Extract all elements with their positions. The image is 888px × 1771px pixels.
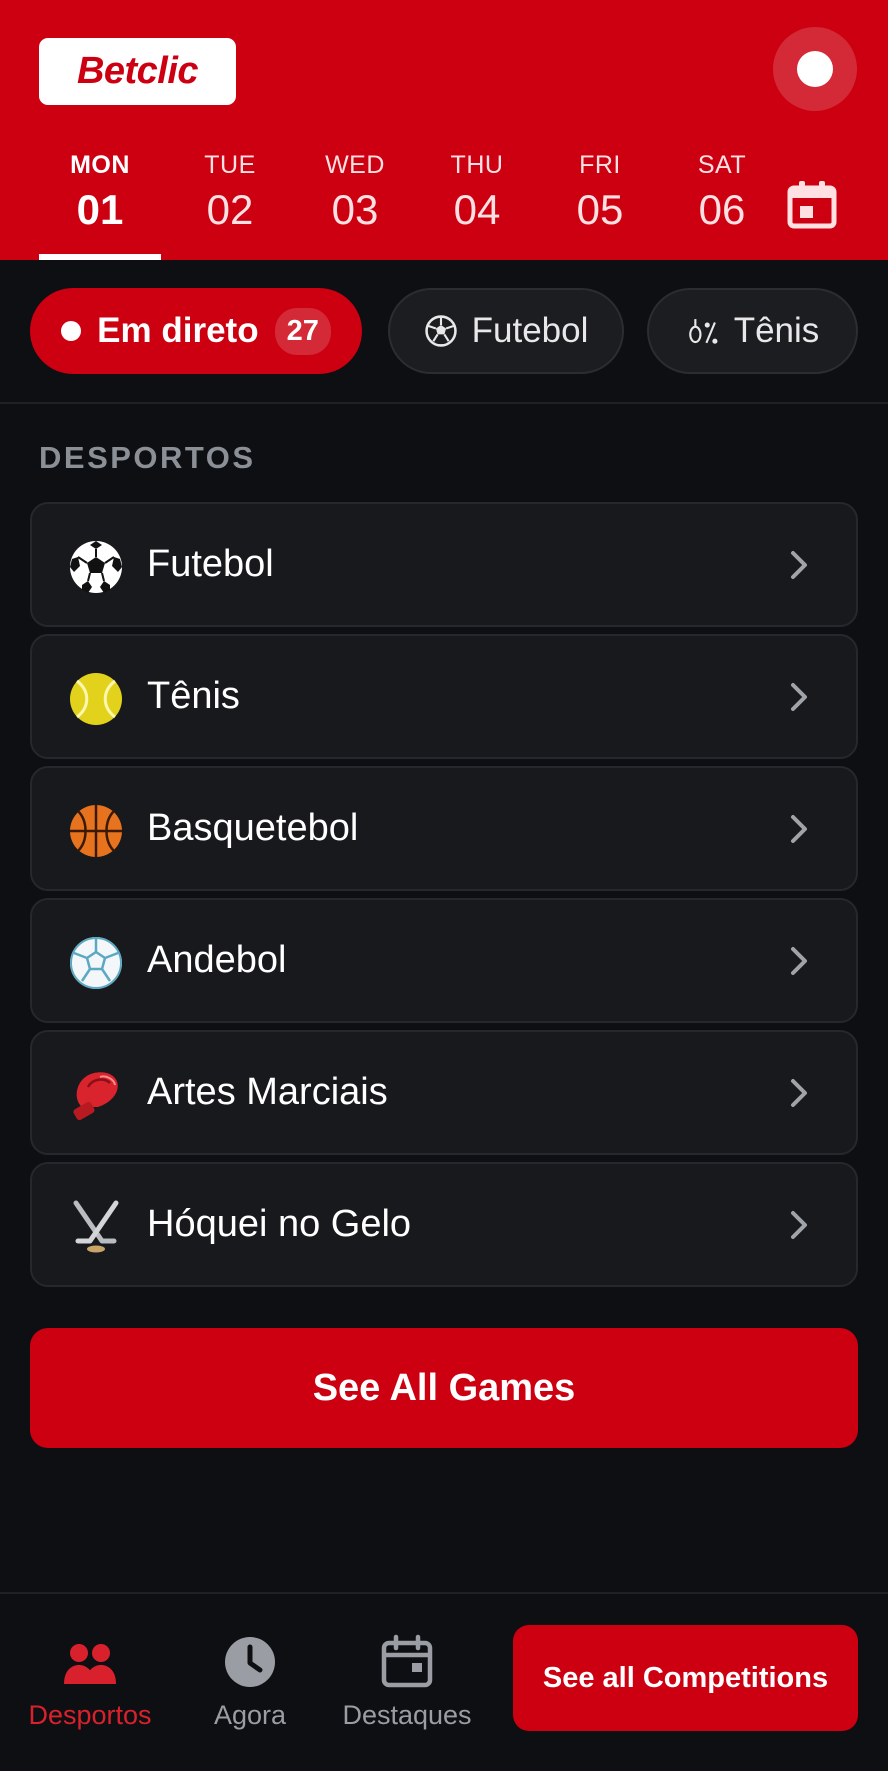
sport-item-tenis[interactable]: Tênis: [30, 634, 858, 759]
day-name: MON: [70, 151, 130, 179]
record-dot-icon: [797, 51, 833, 87]
ice-hockey-icon: [73, 1200, 119, 1253]
sport-label: Basquetebol: [147, 807, 359, 849]
day-tab-mon[interactable]: MON 01: [39, 150, 161, 236]
nav-destaques[interactable]: Destaques: [332, 1634, 482, 1731]
date-selector: MON 01 TUE 02 WED 03 THU 04 FRI 05 SAT 0…: [0, 150, 888, 260]
day-name: FRI: [579, 151, 621, 179]
football-chip[interactable]: Futebol: [388, 288, 624, 374]
filter-chips: Em direto 27 Futebol Tênis: [0, 286, 888, 376]
handball-icon: [70, 937, 122, 989]
boxing-glove-icon: [73, 1072, 118, 1121]
live-dot-icon: [61, 321, 82, 341]
sport-label: Tênis: [147, 675, 240, 717]
tennis-chip-label: Tênis: [733, 311, 820, 350]
day-number: 01: [76, 186, 124, 233]
nav-label: Desportos: [28, 1700, 152, 1730]
divider: [0, 402, 888, 404]
live-count-badge: 27: [274, 307, 331, 355]
see-all-competitions-button[interactable]: See all Competitions: [513, 1625, 858, 1731]
day-tab-tue[interactable]: TUE 02: [169, 150, 291, 236]
basketball-icon: [70, 805, 122, 857]
soccer-ball-icon: [424, 315, 457, 347]
live-chip[interactable]: Em direto 27: [30, 288, 362, 374]
calendar-icon: [381, 1634, 433, 1688]
nav-agora[interactable]: Agora: [175, 1634, 325, 1731]
day-number: 03: [331, 186, 379, 233]
people-icon: [64, 1644, 116, 1684]
sport-item-andebol[interactable]: Andebol: [30, 898, 858, 1023]
day-tab-fri[interactable]: FRI 05: [539, 150, 661, 236]
tennis-ball-icon: [70, 673, 122, 725]
logo-text: Betclic: [76, 50, 199, 92]
soccer-ball-icon: [70, 541, 122, 593]
day-tab-wed[interactable]: WED 03: [294, 150, 416, 236]
betclic-logo[interactable]: Betclic: [39, 38, 236, 105]
calendar-icon[interactable]: [787, 180, 837, 230]
tennis-chip[interactable]: Tênis: [647, 288, 858, 374]
chevron-right-icon: [791, 1079, 807, 1107]
nav-label: Destaques: [342, 1700, 472, 1730]
nav-desportos[interactable]: Desportos: [15, 1634, 165, 1731]
clock-icon: [225, 1637, 275, 1687]
sport-label: Artes Marciais: [147, 1071, 388, 1113]
sport-label: Futebol: [147, 543, 274, 585]
day-name: THU: [450, 151, 504, 179]
section-title: DESPORTOS: [39, 440, 256, 475]
chevron-right-icon: [791, 815, 807, 843]
live-chip-label: Em direto: [97, 311, 259, 350]
sport-label: Hóquei no Gelo: [147, 1203, 412, 1245]
day-number: 04: [453, 186, 501, 233]
day-number: 06: [698, 186, 746, 233]
day-tab-thu[interactable]: THU 04: [416, 150, 538, 236]
sport-item-hoquei-no-gelo[interactable]: Hóquei no Gelo: [30, 1162, 858, 1287]
day-tab-sat[interactable]: SAT 06: [661, 150, 783, 236]
day-name: TUE: [204, 151, 256, 179]
day-name: WED: [325, 151, 385, 179]
day-number: 02: [206, 186, 254, 233]
chevron-right-icon: [791, 551, 807, 579]
tennis-racket-icon: [688, 319, 718, 344]
day-number: 05: [576, 186, 624, 233]
football-chip-label: Futebol: [471, 311, 589, 350]
app-header: Betclic MON 01 TUE 02 WED 03 THU 04 FRI …: [0, 0, 888, 260]
day-name: SAT: [697, 151, 747, 179]
chevron-right-icon: [791, 947, 807, 975]
sport-item-artes-marciais[interactable]: Artes Marciais: [30, 1030, 858, 1155]
active-day-indicator: [39, 254, 161, 260]
sport-label: Andebol: [147, 939, 287, 981]
nav-label: Agora: [213, 1700, 287, 1730]
chevron-right-icon: [791, 1211, 807, 1239]
live-record-button[interactable]: [773, 27, 857, 111]
see-all-games-button[interactable]: See All Games: [30, 1328, 858, 1448]
chevron-right-icon: [791, 683, 807, 711]
sport-item-futebol[interactable]: Futebol: [30, 502, 858, 627]
sport-item-basquetebol[interactable]: Basquetebol: [30, 766, 858, 891]
sports-list: Futebol Tênis Basquetebol Andebol Artes …: [30, 502, 858, 1294]
